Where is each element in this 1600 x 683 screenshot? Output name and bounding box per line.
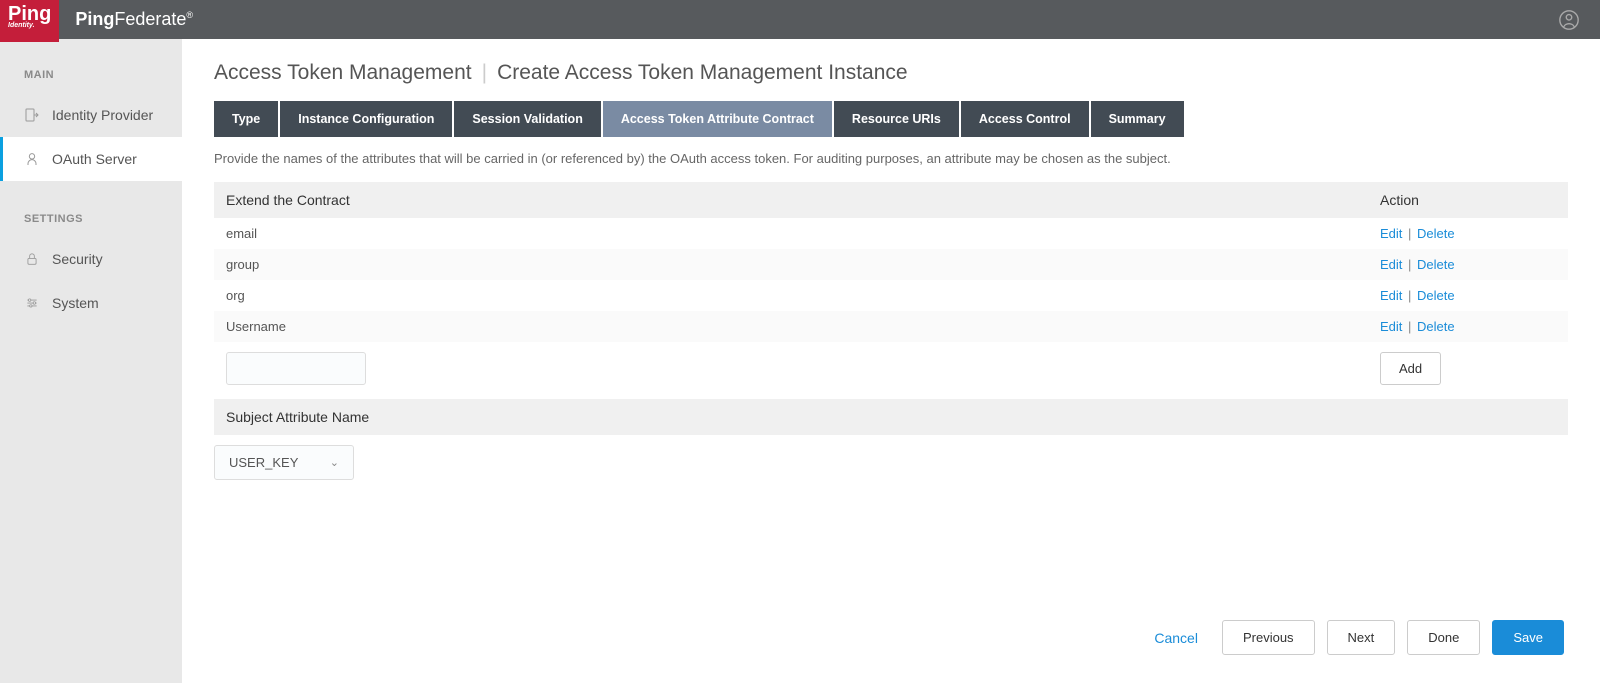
sidebar-item-identity-provider[interactable]: Identity Provider [0,93,182,137]
product-name: PingFederate® [75,9,193,30]
edit-link[interactable]: Edit [1380,226,1402,241]
sidebar-item-label: OAuth Server [52,151,137,167]
idp-icon [24,107,40,123]
sidebar: MAIN Identity Provider OAuth [0,39,182,683]
table-row: email Edit | Delete [214,218,1568,249]
product-name-light: Federate [114,9,186,29]
footer-buttons: Cancel Previous Next Done Save [214,620,1568,655]
breadcrumb-parent[interactable]: Access Token Management [214,61,472,85]
table-row: org Edit | Delete [214,280,1568,311]
logo-area: Ping Identity. PingFederate® [0,0,193,39]
breadcrumb-separator: | [482,61,487,85]
previous-button[interactable]: Previous [1222,620,1315,655]
tab-instance-configuration[interactable]: Instance Configuration [280,101,452,137]
oauth-icon [24,151,40,167]
top-header: Ping Identity. PingFederate® [0,0,1600,39]
edit-link[interactable]: Edit [1380,319,1402,334]
subject-section-header: Subject Attribute Name [214,399,1568,435]
table-row: Username Edit | Delete [214,311,1568,342]
cancel-button[interactable]: Cancel [1142,622,1210,654]
attr-name: org [214,280,1368,311]
done-button[interactable]: Done [1407,620,1480,655]
product-name-bold: Ping [75,9,114,29]
edit-link[interactable]: Edit [1380,288,1402,303]
col-header-action: Action [1368,182,1568,218]
breadcrumb-current: Create Access Token Management Instance [497,61,908,85]
sidebar-item-label: Security [52,251,103,267]
action-separator: | [1408,288,1411,303]
sidebar-item-system[interactable]: System [0,281,182,325]
sidebar-item-oauth-server[interactable]: OAuth Server [0,137,182,181]
next-button[interactable]: Next [1327,620,1396,655]
action-separator: | [1408,226,1411,241]
tab-access-control[interactable]: Access Control [961,101,1089,137]
tab-resource-uris[interactable]: Resource URIs [834,101,959,137]
main-content: Access Token Management | Create Access … [182,39,1600,683]
page-description: Provide the names of the attributes that… [214,151,1568,166]
col-header-name: Extend the Contract [214,182,1368,218]
action-separator: | [1408,257,1411,272]
sidebar-item-label: Identity Provider [52,107,153,123]
table-input-row: Add [214,342,1568,395]
delete-link[interactable]: Delete [1417,257,1455,272]
add-button[interactable]: Add [1380,352,1441,385]
attribute-table: Extend the Contract Action email Edit | … [214,182,1568,395]
action-separator: | [1408,319,1411,334]
table-row: group Edit | Delete [214,249,1568,280]
sidebar-item-label: System [52,295,99,311]
attr-name: group [214,249,1368,280]
sliders-icon [24,296,40,310]
new-attribute-input[interactable] [226,352,366,385]
delete-link[interactable]: Delete [1417,319,1455,334]
sidebar-item-security[interactable]: Security [0,237,182,281]
save-button[interactable]: Save [1492,620,1564,655]
tab-summary[interactable]: Summary [1091,101,1184,137]
breadcrumb: Access Token Management | Create Access … [214,61,1568,85]
brand-logo: Ping Identity. [0,0,59,42]
delete-link[interactable]: Delete [1417,288,1455,303]
attr-name: email [214,218,1368,249]
edit-link[interactable]: Edit [1380,257,1402,272]
tab-access-token-attribute-contract[interactable]: Access Token Attribute Contract [603,101,832,137]
tab-session-validation[interactable]: Session Validation [454,101,600,137]
tab-bar: Type Instance Configuration Session Vali… [214,101,1568,137]
attr-name: Username [214,311,1368,342]
chevron-down-icon: ⌄ [330,456,339,469]
brand-logo-main: Ping [8,4,51,24]
select-value: USER_KEY [229,455,298,470]
profile-icon[interactable] [1558,9,1580,31]
lock-icon [24,252,40,266]
brand-logo-sub: Identity. [8,22,35,29]
delete-link[interactable]: Delete [1417,226,1455,241]
sidebar-heading-settings: SETTINGS [0,201,182,237]
sidebar-heading-main: MAIN [0,57,182,93]
subject-attribute-select[interactable]: USER_KEY ⌄ [214,445,354,480]
tab-type[interactable]: Type [214,101,278,137]
